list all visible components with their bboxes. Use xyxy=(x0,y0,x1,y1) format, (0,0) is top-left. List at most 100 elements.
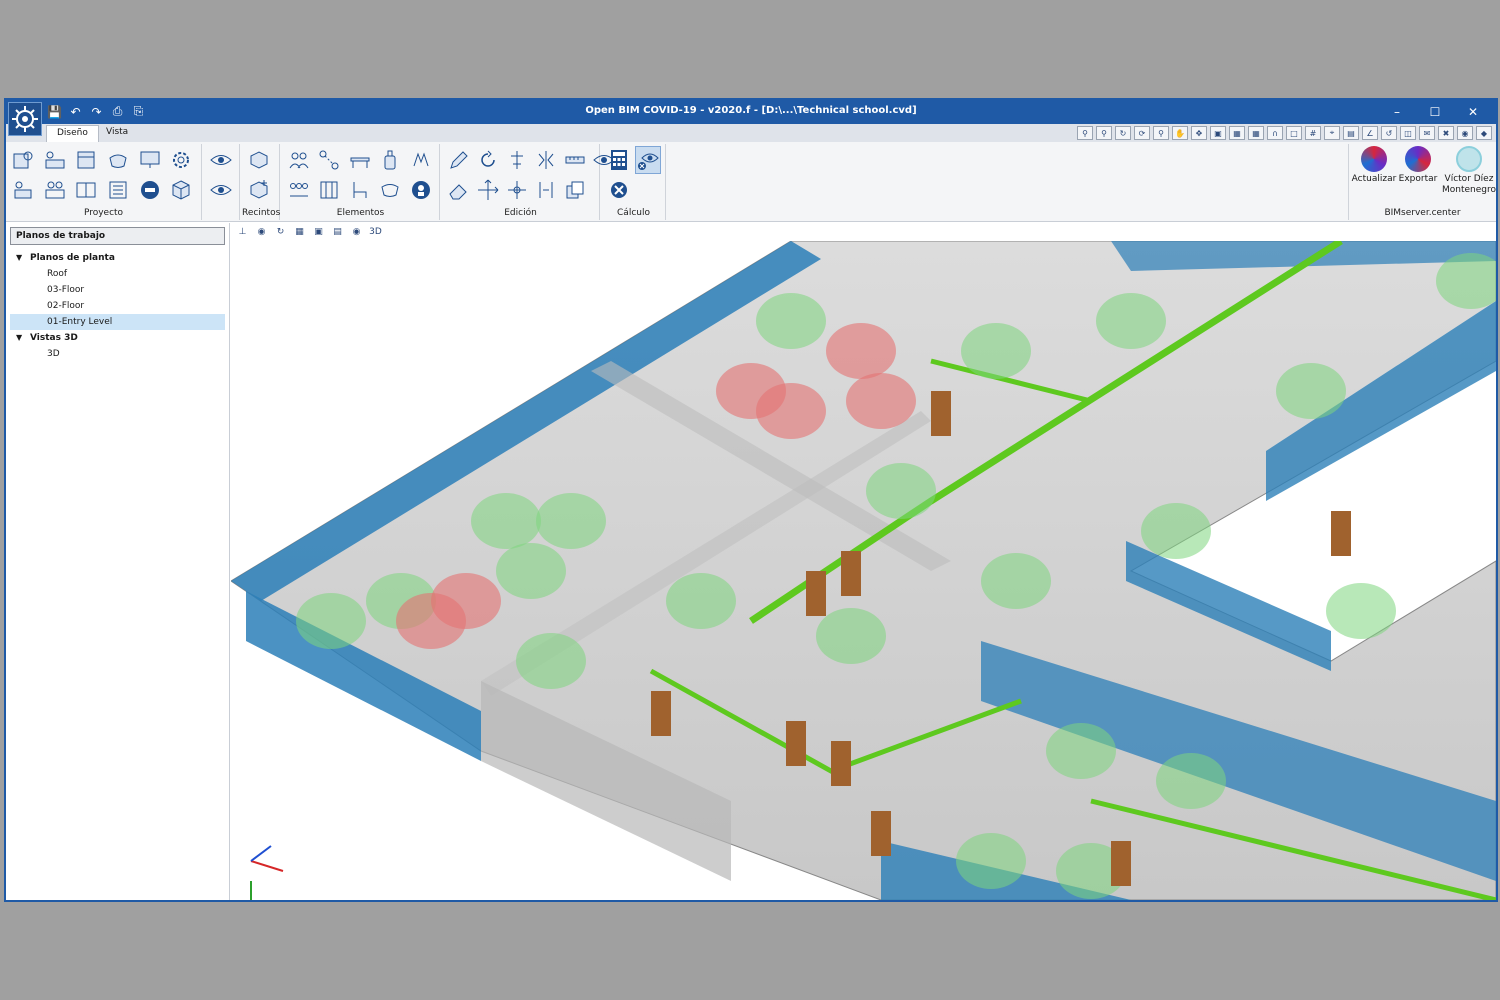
update-label: Actualizar xyxy=(1351,174,1397,184)
chevron-down-icon[interactable]: ▼ xyxy=(16,330,30,346)
tab-vista[interactable]: Vista xyxy=(96,125,138,142)
work-planes-panel: Planos de trabajo ▼ Planos de planta Roof… xyxy=(6,223,230,900)
sanitizer-icon[interactable] xyxy=(377,146,403,174)
tree-item-01-entry-level[interactable]: 01-Entry Level xyxy=(10,314,225,330)
ventilation-icon[interactable] xyxy=(105,176,131,204)
chevron-down-icon[interactable]: ▼ xyxy=(16,250,30,266)
maximize-icon[interactable]: ☐ xyxy=(1416,100,1454,124)
app-logo-icon[interactable] xyxy=(8,102,42,136)
panel-title: Planos de trabajo xyxy=(10,227,225,245)
view-orbit-icon[interactable]: ↻ xyxy=(272,224,289,240)
no-entry-icon[interactable] xyxy=(137,176,163,204)
align-icon[interactable] xyxy=(504,146,530,174)
view-results-icon[interactable] xyxy=(635,146,661,174)
close-icon[interactable]: ✕ xyxy=(1454,100,1492,124)
tree-item-roof[interactable]: Roof xyxy=(6,266,229,282)
rooms-icon[interactable] xyxy=(73,176,99,204)
fit-icon[interactable]: ▣ xyxy=(1210,126,1226,140)
people-row-icon[interactable] xyxy=(286,176,312,204)
globe-icon[interactable]: ◉ xyxy=(1457,126,1473,140)
schedule-icon[interactable] xyxy=(73,146,99,174)
frame-icon[interactable]: □ xyxy=(1286,126,1302,140)
calculator-icon[interactable] xyxy=(606,146,632,174)
update-button[interactable]: Actualizar xyxy=(1351,146,1397,185)
mirror-icon[interactable] xyxy=(533,146,559,174)
enclosure-add-icon[interactable] xyxy=(246,176,272,204)
eye-layers-icon[interactable] xyxy=(208,176,234,204)
snap-icon[interactable]: ⌖ xyxy=(1324,126,1340,140)
grid-icon[interactable]: ▦ xyxy=(1248,126,1264,140)
ribbon: Proyecto Recintos Elementos Edición Cálc… xyxy=(6,142,1496,222)
ribbon-tabs: Diseño Vista ⚲ ⚲ ↻ ⟳ ⚲ ✋ ✥ ▣ ▦ ▦ ∩ □ # ⌖… xyxy=(6,124,1496,142)
settings-icon[interactable] xyxy=(168,146,194,174)
hand-wash-icon[interactable] xyxy=(408,146,434,174)
occupancy-icon[interactable] xyxy=(42,176,68,204)
export-icon xyxy=(1405,146,1431,172)
clipboard-icon[interactable]: ◫ xyxy=(1400,126,1416,140)
export-button[interactable]: Exportar xyxy=(1395,146,1441,185)
view-hide-icon[interactable]: ◉ xyxy=(253,224,270,240)
zoom-window-icon[interactable]: ⚲ xyxy=(1077,126,1093,140)
tree-node-3d-views[interactable]: ▼ Vistas 3D xyxy=(6,330,229,346)
zoom-icon[interactable]: ⚲ xyxy=(1153,126,1169,140)
move-icon[interactable]: ✥ xyxy=(1191,126,1207,140)
edit-pencil-icon[interactable] xyxy=(446,146,472,174)
library-icon[interactable]: ◆ xyxy=(1476,126,1492,140)
title-bar: 💾 ↶ ↷ ⎙ ⎘ Open BIM COVID-19 - v2020.f - … xyxy=(6,100,1496,124)
layer-filter-icon[interactable]: ▤ xyxy=(329,224,346,240)
mask-element-icon[interactable] xyxy=(377,176,403,204)
visibility-icon[interactable]: ◉ xyxy=(348,224,365,240)
occupants-icon[interactable] xyxy=(10,176,36,204)
cube-icon[interactable] xyxy=(168,176,194,204)
view-3d-icon[interactable]: 3D xyxy=(367,224,384,240)
copy-move-icon[interactable] xyxy=(504,176,530,204)
minimize-icon[interactable]: – xyxy=(1378,100,1416,124)
split-icon[interactable] xyxy=(533,176,559,204)
measure-icon[interactable] xyxy=(562,146,588,174)
eraser-icon[interactable] xyxy=(446,176,472,204)
angle-icon[interactable]: ∠ xyxy=(1362,126,1378,140)
rotate-element-icon[interactable] xyxy=(475,146,501,174)
export-label: Exportar xyxy=(1398,174,1438,184)
orbit-icon[interactable]: ↻ xyxy=(1115,126,1131,140)
partition-icon[interactable] xyxy=(316,176,342,204)
user-button[interactable]: Víctor Díez Montenegro xyxy=(1441,146,1497,196)
enclosure-icon[interactable] xyxy=(246,146,272,174)
magnet-icon[interactable]: ∩ xyxy=(1267,126,1283,140)
move-element-icon[interactable] xyxy=(475,176,501,204)
desk-icon[interactable] xyxy=(347,146,373,174)
signage-icon[interactable] xyxy=(408,176,434,204)
axes-icon[interactable]: ⊥ xyxy=(234,224,251,240)
user-avatar-icon xyxy=(1456,146,1482,172)
tree-node-floor-plans[interactable]: ▼ Planos de planta xyxy=(6,250,229,266)
tree-item-3d[interactable]: 3D xyxy=(6,346,229,362)
rotate-icon[interactable]: ↺ xyxy=(1381,126,1397,140)
people-group-icon[interactable] xyxy=(286,146,312,174)
tree-item-03-floor[interactable]: 03-Floor xyxy=(6,282,229,298)
spaces-icon[interactable] xyxy=(42,146,68,174)
grid-lines-icon[interactable]: # xyxy=(1305,126,1321,140)
layers-icon[interactable]: ▦ xyxy=(1229,126,1245,140)
tree-item-02-floor[interactable]: 02-Floor xyxy=(6,298,229,314)
tools-icon[interactable]: ✖ xyxy=(1438,126,1454,140)
group-label-bimserver: BIMserver.center xyxy=(1384,208,1461,218)
refresh-icon[interactable]: ⟳ xyxy=(1134,126,1150,140)
distance-icon[interactable] xyxy=(316,146,342,174)
section-icon[interactable]: ▦ xyxy=(291,224,308,240)
work-planes-tree: ▼ Planos de planta Roof 03-Floor 02-Floor… xyxy=(6,250,229,362)
project-data-icon[interactable] xyxy=(10,146,36,174)
monitor-icon[interactable] xyxy=(137,146,163,174)
section-box-icon[interactable]: ▣ xyxy=(310,224,327,240)
copy-icon[interactable] xyxy=(562,176,588,204)
3d-viewport[interactable] xyxy=(231,241,1496,900)
mask-icon[interactable] xyxy=(105,146,131,174)
ruler-icon[interactable]: ▤ xyxy=(1343,126,1359,140)
pan-icon[interactable]: ✋ xyxy=(1172,126,1188,140)
seat-icon[interactable] xyxy=(347,176,373,204)
tab-diseno[interactable]: Diseño xyxy=(46,125,99,142)
comment-icon[interactable]: ✉ xyxy=(1419,126,1435,140)
user-name: Víctor Díez Montenegro xyxy=(1441,174,1496,195)
clear-results-icon[interactable] xyxy=(606,176,632,204)
eye-icon[interactable] xyxy=(208,146,234,174)
zoom-all-icon[interactable]: ⚲ xyxy=(1096,126,1112,140)
